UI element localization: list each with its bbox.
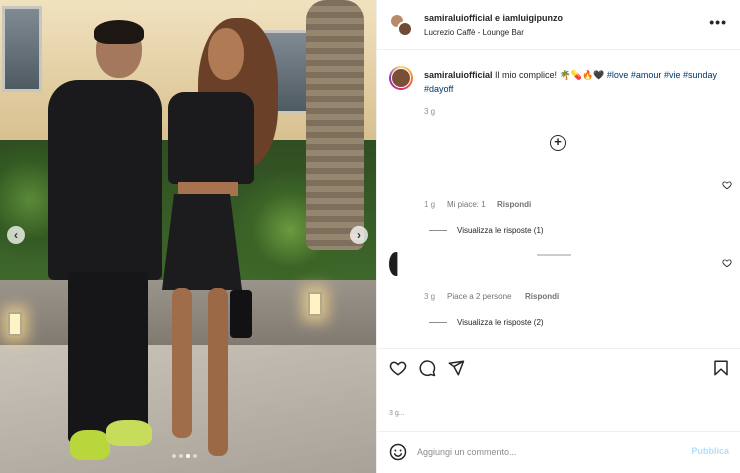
hashtag-link[interactable]: #vie	[664, 70, 681, 80]
emoji-icon[interactable]	[389, 443, 407, 461]
carousel-dot	[179, 454, 183, 458]
collab-avatars[interactable]	[389, 13, 413, 37]
redacted-text	[537, 254, 571, 256]
reply-line	[429, 230, 447, 231]
post-header: samiraluiofficial e iamluigipunzo Lucrez…	[377, 0, 740, 50]
avatar[interactable]	[397, 21, 413, 37]
hashtag-link[interactable]: #love	[607, 70, 629, 80]
carousel-dot-active	[186, 454, 190, 458]
post-authors[interactable]: samiraluiofficial e iamluigipunzo	[424, 13, 563, 23]
next-image-button[interactable]: ›	[350, 226, 368, 244]
carousel-dots	[172, 454, 197, 458]
view-replies-button[interactable]: Visualizza le risposte (1)	[457, 226, 544, 235]
hashtag-link[interactable]: #dayoff	[424, 84, 453, 94]
share-icon[interactable]	[447, 359, 465, 377]
reply-line	[429, 322, 447, 323]
post-side-panel: samiraluiofficial e iamluigipunzo Lucrez…	[376, 0, 740, 473]
carousel-dot	[193, 454, 197, 458]
post-media: ‹ ›	[0, 0, 376, 473]
comment-time: 1 g	[424, 200, 436, 209]
post-location[interactable]: Lucrezio Caffè - Lounge Bar	[424, 28, 524, 37]
photo-palm-trunk	[306, 0, 364, 250]
heart-icon[interactable]	[389, 359, 407, 377]
photo-woman	[158, 18, 278, 468]
view-replies-button[interactable]: Visualizza le risposte (2)	[457, 318, 544, 327]
caption-avatar[interactable]	[389, 66, 413, 90]
add-icon[interactable]: +	[550, 135, 566, 151]
comment-time: 3 g	[424, 292, 436, 301]
save-bookmark-icon[interactable]	[712, 359, 730, 377]
comment-icon[interactable]	[418, 359, 436, 377]
comment-avatar[interactable]	[389, 252, 398, 276]
reply-button[interactable]: Rispondi	[497, 200, 531, 209]
hashtag-link[interactable]: #amour	[631, 70, 662, 80]
previous-image-button[interactable]: ‹	[7, 226, 25, 244]
hashtag-link[interactable]: #sunday	[683, 70, 717, 80]
like-comment-heart-icon[interactable]	[722, 258, 732, 268]
comment-likes[interactable]: Mi piace: 1	[447, 200, 486, 209]
reply-button[interactable]: Rispondi	[525, 292, 559, 301]
photo-lamp	[308, 292, 322, 316]
post-actions	[377, 348, 740, 388]
caption-username[interactable]: samiraluiofficial	[424, 70, 493, 80]
comment-likes[interactable]: Piace a 2 persone	[447, 292, 512, 301]
post-time: 3 g...	[389, 410, 405, 417]
instagram-post: ‹ › samiraluiofficial e iamluigipunzo Lu…	[0, 0, 740, 473]
like-comment-heart-icon[interactable]	[722, 180, 732, 190]
publish-button[interactable]: Pubblica	[691, 446, 729, 456]
photo-lamp	[8, 312, 22, 336]
comment-input[interactable]	[417, 443, 677, 461]
comment-composer: Pubblica	[377, 431, 740, 473]
caption-text: Il mio complice! 🌴💊🔥🖤	[492, 70, 607, 80]
comments-section: samiraluiofficial Il mio complice! 🌴💊🔥🖤 …	[377, 50, 740, 348]
caption-time: 3 g	[424, 107, 436, 116]
carousel-dot	[172, 454, 176, 458]
caption: samiraluiofficial Il mio complice! 🌴💊🔥🖤 …	[424, 68, 724, 96]
more-options-icon[interactable]: •••	[709, 14, 727, 30]
photo-man	[48, 20, 166, 462]
photo-window	[2, 6, 42, 92]
